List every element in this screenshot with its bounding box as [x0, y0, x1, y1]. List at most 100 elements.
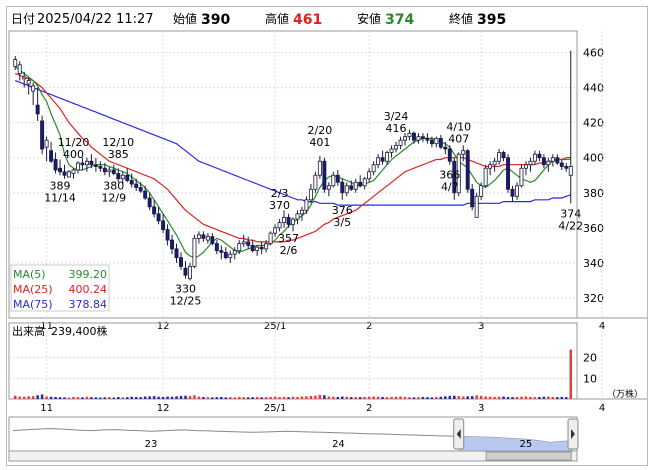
volume-bar [278, 397, 281, 399]
candle-body [22, 76, 27, 80]
volume-bar [345, 396, 349, 399]
candle-body [214, 243, 219, 252]
volume-bar [215, 397, 219, 399]
volume-bar [327, 396, 331, 399]
candle-body [537, 153, 542, 159]
candle-body [528, 160, 533, 166]
candle-body [443, 146, 448, 150]
candle-body [170, 239, 175, 250]
price-annotation-value: 370 [269, 199, 290, 212]
price-annotation-value: 400 [63, 148, 84, 161]
price-annotation-value: 11/14 [44, 191, 76, 204]
volume-bar [363, 396, 366, 399]
volume-label: 出来高 [12, 324, 45, 338]
volume-bar [18, 396, 21, 399]
navigator-handle-left[interactable] [453, 418, 465, 450]
volume-bar [31, 396, 35, 399]
volume-bar [426, 397, 429, 399]
volume-bar [430, 397, 434, 399]
navigator-handle-right[interactable] [567, 418, 579, 450]
chart-frame: 日付 2025/04/22 11:27 始値 390 高値 461 安値 374 終値 395 32… [6, 6, 648, 466]
volume-bar [90, 397, 93, 399]
volume-bar [444, 396, 447, 399]
volume-month-label: 11 [40, 403, 53, 414]
close-value: 395 [477, 12, 506, 28]
volume-bar [170, 396, 174, 399]
volume-bar [229, 397, 232, 399]
candle-body [40, 120, 45, 150]
navigator-scrollbar-thumb[interactable] [485, 451, 572, 461]
candle-body [299, 209, 304, 215]
volume-bar [385, 397, 389, 399]
candle-body [313, 174, 318, 190]
volume-bar [49, 396, 53, 399]
volume-unit-label: （万株） [607, 388, 643, 400]
candle-body [107, 169, 112, 173]
candle-body [564, 166, 569, 169]
volume-month-label: 4 [599, 403, 605, 414]
candle-body [479, 185, 484, 197]
volume-month-label: 3 [478, 403, 484, 414]
candle-body [75, 162, 80, 171]
candle-body [291, 218, 295, 225]
volume-bar [130, 396, 133, 399]
candle-body [447, 148, 452, 162]
low-value: 374 [385, 12, 414, 28]
volume-bar [291, 396, 295, 399]
candle-body [465, 150, 470, 190]
navigator-year-label: 25 [520, 439, 533, 450]
volume-bar [134, 396, 138, 399]
candle-body [317, 160, 322, 176]
candle-body [35, 104, 40, 115]
volume-bar [479, 395, 483, 399]
candle-body [143, 190, 148, 199]
candle-body [161, 220, 166, 231]
volume-bar [341, 396, 344, 399]
candle-body [403, 136, 407, 141]
candle-body [519, 167, 524, 187]
volume-bar [197, 396, 201, 399]
candle-body [492, 160, 497, 166]
candle-body [67, 171, 71, 178]
volume-bar [533, 397, 537, 399]
volume-bar [560, 396, 564, 399]
candle-body [246, 241, 251, 246]
close-label: 終値 [449, 11, 473, 26]
candle-body [510, 188, 515, 197]
candle-body [282, 216, 287, 223]
volume-bar [349, 397, 353, 399]
candle-body [353, 181, 358, 190]
candle-body [264, 243, 269, 250]
volume-bar [269, 396, 272, 399]
candle-body [268, 232, 273, 245]
candle-body [259, 246, 264, 250]
candle-body [129, 180, 134, 185]
volume-bar [408, 397, 411, 399]
volume-month-label: 2 [366, 403, 372, 414]
candle-body [44, 139, 49, 148]
candle-body [17, 64, 22, 74]
candle-body [134, 183, 139, 188]
price-annotation-value: 12/9 [101, 191, 126, 204]
volume-bar [220, 396, 223, 399]
volume-bar [139, 397, 142, 399]
candle-body [326, 185, 331, 190]
candle-body [98, 166, 103, 169]
legend-value: 399.20 [69, 268, 108, 281]
stock-chart: 日付 2025/04/22 11:27 始値 390 高値 461 安値 374 終値 39532… [8, 11, 647, 462]
candle-body [420, 136, 425, 139]
candle-body [84, 160, 89, 166]
volume-bar [511, 397, 514, 399]
volume-bar [358, 397, 362, 399]
volume-bar [461, 396, 465, 399]
volume-month-label: 12 [157, 403, 170, 414]
legend-name: MA(5) [13, 268, 46, 281]
candle-body [340, 181, 345, 194]
volume-bar [211, 397, 214, 399]
volume-bar [148, 396, 151, 399]
volume-bar [412, 397, 416, 399]
low-label: 安値 [357, 11, 381, 26]
volume-bar [117, 396, 120, 399]
volume-bar [81, 397, 84, 399]
price-ytick-label: 400 [583, 152, 604, 165]
